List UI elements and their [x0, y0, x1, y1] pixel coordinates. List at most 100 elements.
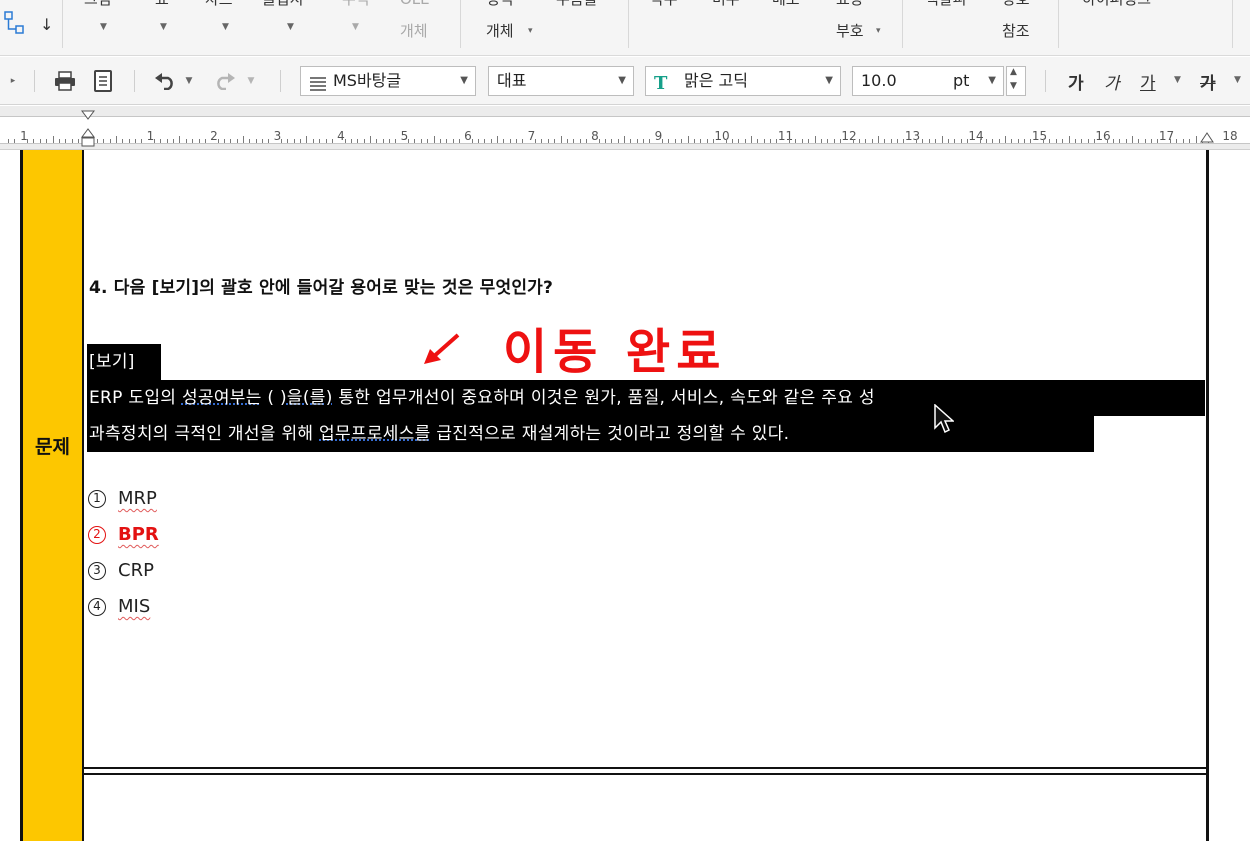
ruler-number: 13 — [904, 129, 921, 143]
ruler-tick — [281, 139, 282, 143]
redo-icon[interactable] — [212, 68, 238, 94]
font-size-stepper[interactable]: ▲ ▼ — [1006, 66, 1026, 96]
underline-dropdown-icon[interactable]: ▼ — [1174, 75, 1181, 85]
ruler-tick — [757, 139, 759, 143]
print-preview-icon[interactable] — [90, 68, 116, 94]
ruler-tick — [255, 139, 257, 143]
font-select-value: 맑은 고딕 — [684, 71, 748, 90]
ribbon-clipart-dropdown-icon[interactable]: ▼ — [287, 22, 294, 32]
option-item[interactable]: 1 MRP — [88, 488, 157, 509]
ruler-tick — [636, 139, 638, 143]
ruler-tick — [516, 139, 517, 143]
ribbon-clipart-button[interactable]: 클립지 — [262, 0, 303, 12]
ribbon-equation-dropdown-icon[interactable]: ▼ — [352, 22, 359, 32]
ruler-tick — [300, 139, 302, 143]
ruler-tick — [979, 139, 981, 143]
ruler-tick — [458, 139, 460, 143]
ruler-tick — [998, 139, 1000, 143]
ruler-tick — [744, 139, 746, 143]
ribbon-endnote-button[interactable]: 미주 — [712, 0, 740, 12]
ruler-tick — [1087, 139, 1089, 143]
option-number: 2 — [88, 526, 106, 544]
toolbar-overflow-icon[interactable]: ▸ — [0, 68, 26, 94]
ribbon-symbol-dropdown-icon[interactable]: ▾ — [876, 26, 881, 36]
ribbon-picture-dropdown-icon[interactable]: ▼ — [100, 22, 107, 32]
font-size-input[interactable]: 10.0 pt ▼ — [852, 66, 1004, 96]
ruler-number: 16 — [1095, 129, 1111, 143]
ruler-tick — [198, 139, 200, 143]
strikethrough-dropdown-icon[interactable]: ▼ — [1234, 75, 1241, 85]
ruler-tick — [344, 139, 346, 143]
ribbon-ole-button[interactable]: OLE — [400, 0, 430, 12]
mouse-cursor-icon — [934, 403, 955, 438]
ruler-tick — [858, 139, 860, 143]
ruler-tick — [439, 139, 441, 143]
box-text-segment: ERP 도입의 — [89, 388, 182, 408]
option-item[interactable]: 4 MIS — [88, 596, 150, 617]
ribbon-hyperlink-button[interactable]: 하이퍼링크 — [1082, 0, 1151, 12]
ribbon-form-object-dropdown-icon[interactable]: ▾ — [528, 26, 533, 36]
ribbon-symbol-button[interactable]: 표상 — [836, 0, 864, 12]
document-page[interactable]: 문제 4. 다음 [보기]의 괄호 안에 들어갈 용어로 맞는 것은 무엇인가?… — [0, 150, 1250, 841]
ribbon-picture-button[interactable]: 그림 — [84, 0, 112, 12]
ribbon-footnote-button[interactable]: 각주 — [650, 0, 678, 12]
option-number: 1 — [88, 490, 106, 508]
language-select[interactable]: 대표 ▼ — [488, 66, 634, 96]
box-text-line[interactable]: ERP 도입의 성공여부는 ( )을(를) 통한 업무개선이 중요하며 이것은 … — [87, 380, 1205, 416]
ribbon-form-object-button[interactable]: 정식 — [486, 0, 514, 12]
ruler[interactable]: 1 1 2 3 4 5 6 7 8 9 10 11 12 13 14 15 16 17 18 — [0, 106, 1250, 150]
stepper-down-icon[interactable]: ▼ — [1010, 81, 1017, 91]
ruler-tick — [179, 136, 181, 143]
ruler-number: 11 — [777, 129, 794, 143]
ruler-tick — [236, 139, 238, 143]
ruler-tick — [668, 139, 670, 143]
question-text[interactable]: 4. 다음 [보기]의 괄호 안에 들어갈 용어로 맞는 것은 무엇인가? — [89, 273, 553, 298]
undo-icon[interactable] — [152, 68, 178, 94]
ribbon-field-button[interactable]: 누름틀 — [556, 0, 597, 12]
option-text: CRP — [118, 560, 154, 581]
ribbon-table-button[interactable]: 표 — [155, 0, 169, 12]
right-margin-marker-icon[interactable] — [1200, 120, 1214, 148]
bold-button[interactable]: 가 — [1068, 69, 1084, 94]
table-row-divider — [20, 767, 1209, 769]
italic-button[interactable]: 가 — [1104, 69, 1120, 94]
ruler-tick — [408, 139, 410, 143]
ribbon-bookmark-button[interactable]: 책갈피 — [925, 0, 966, 12]
ribbon-equation-button[interactable]: 수식 — [342, 0, 370, 12]
style-select[interactable]: MS바탕글 ▼ — [300, 66, 476, 96]
ribbon-chart-dropdown-icon[interactable]: ▼ — [222, 22, 229, 32]
indent-marker-icon[interactable] — [80, 110, 96, 154]
print-icon[interactable] — [52, 68, 78, 94]
toolbar-separator — [1045, 70, 1046, 92]
font-select[interactable]: T 맑은 고딕 ▼ — [645, 66, 841, 96]
ruler-tick — [1093, 139, 1095, 143]
ruler-tick — [128, 139, 130, 143]
ribbon-shape-icon[interactable] — [2, 6, 30, 46]
ribbon-down-icon[interactable]: ↓ — [40, 12, 53, 38]
ruler-tick — [52, 136, 54, 143]
stepper-up-icon[interactable]: ▲ — [1010, 67, 1017, 77]
chevron-down-icon: ▼ — [618, 75, 626, 86]
ruler-tick — [204, 139, 206, 143]
ruler-tick — [560, 136, 562, 143]
paragraph-style-icon — [309, 73, 327, 101]
ruler-tick — [928, 139, 930, 143]
ribbon-memo-button[interactable]: 메모 — [772, 0, 800, 12]
ruler-tick — [801, 139, 803, 143]
option-item-correct[interactable]: 2 BPR — [88, 524, 159, 545]
box-title[interactable]: [보기] — [87, 344, 161, 380]
ribbon-cross-ref-button[interactable]: 상호 — [1002, 0, 1030, 12]
underline-button[interactable]: 가 — [1140, 69, 1156, 94]
redo-dropdown-icon[interactable]: ▼ — [244, 68, 258, 94]
ruler-tick — [77, 139, 79, 143]
ruler-tick — [725, 139, 727, 143]
option-item[interactable]: 3 CRP — [88, 560, 154, 581]
ribbon-table-dropdown-icon[interactable]: ▼ — [160, 22, 167, 32]
ruler-tick — [160, 139, 162, 143]
ruler-tick — [135, 139, 136, 143]
ruler-tick — [293, 139, 295, 143]
ribbon-chart-button[interactable]: 차트 — [205, 0, 233, 12]
strikethrough-button[interactable]: 가 — [1200, 69, 1216, 94]
undo-dropdown-icon[interactable]: ▼ — [182, 68, 196, 94]
ruler-tick — [141, 139, 143, 143]
